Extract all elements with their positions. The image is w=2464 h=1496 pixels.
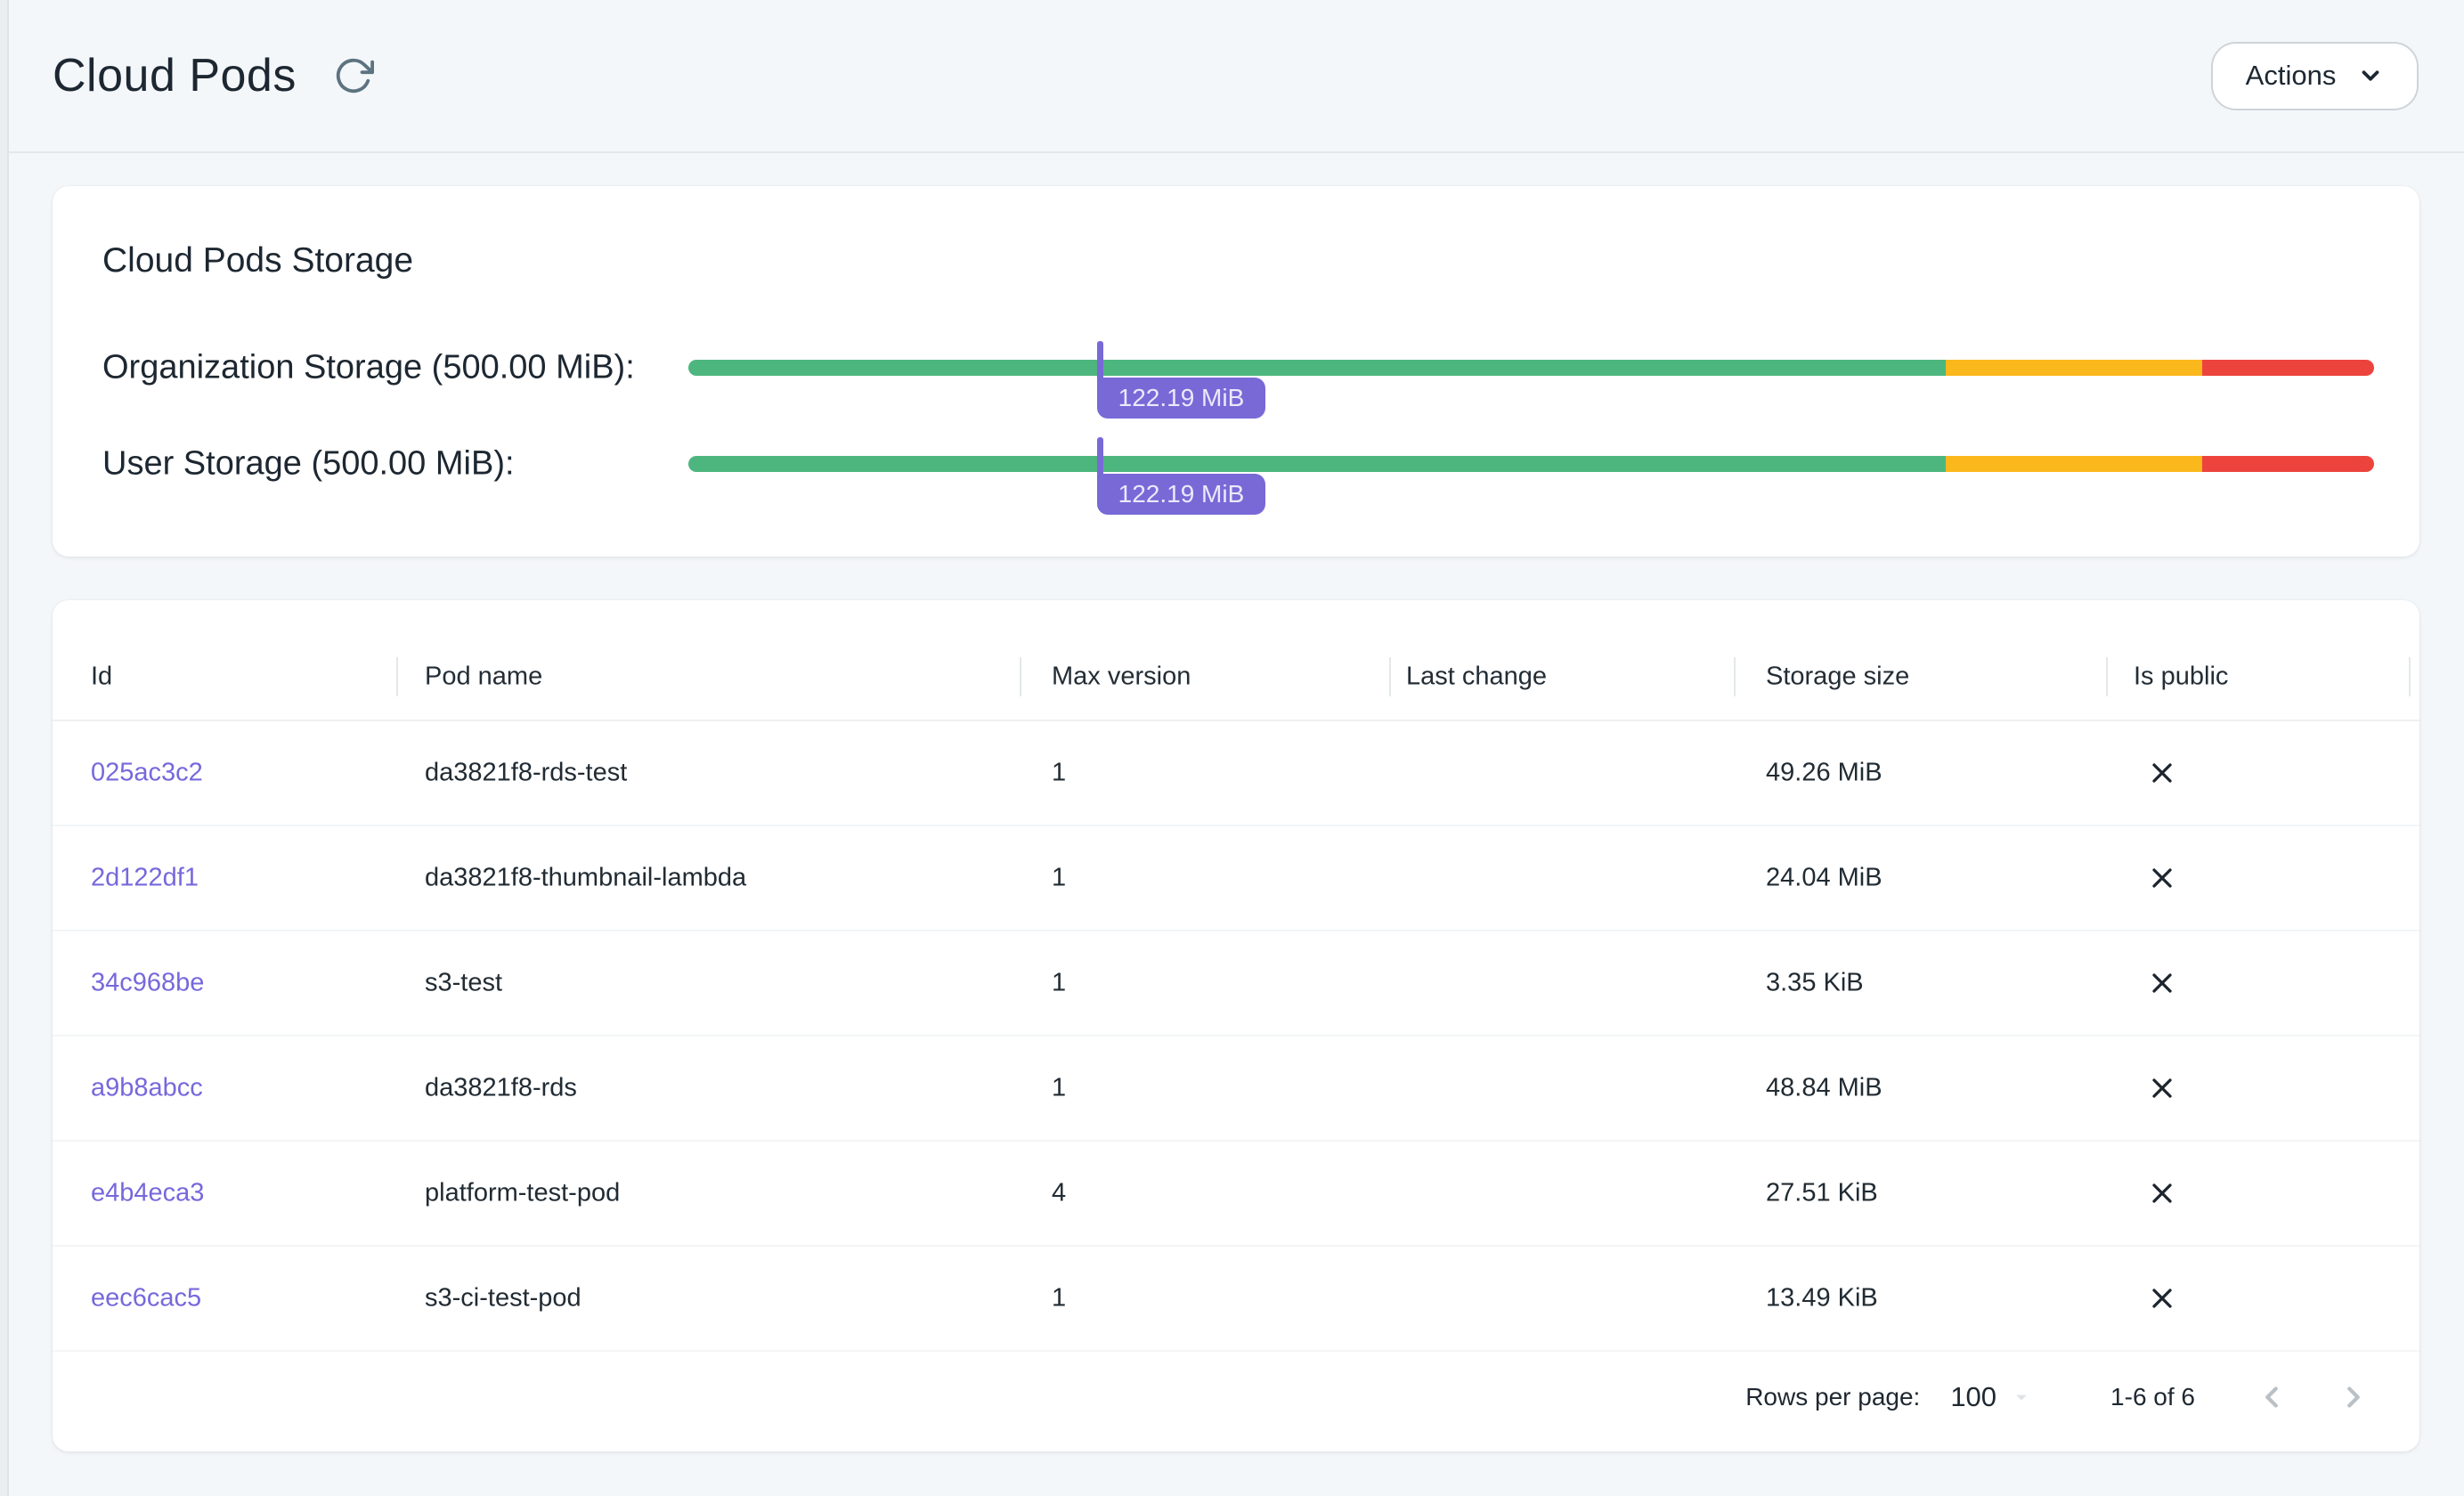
storage-card-title: Cloud Pods Storage: [102, 241, 413, 280]
pod-id-link[interactable]: 2d122df1: [91, 864, 199, 893]
pod-id-link[interactable]: eec6cac5: [91, 1284, 201, 1313]
table-row: e4b4eca3 platform-test-pod 4 27.51 KiB: [53, 1142, 2419, 1247]
rows-per-page-select[interactable]: 100: [1950, 1381, 2034, 1413]
column-divider: [2409, 657, 2411, 696]
actions-button[interactable]: Actions: [2211, 42, 2419, 110]
pods-table-card: Id Pod name Max version Last change Stor…: [53, 600, 2419, 1451]
storage-size-cell: 13.49 KiB: [1766, 1284, 1878, 1313]
page-header: Cloud Pods Actions: [9, 0, 2464, 153]
pod-name-cell: da3821f8-rds-test: [425, 759, 627, 788]
storage-size-cell: 48.84 MiB: [1766, 1074, 1883, 1103]
column-divider: [1389, 657, 1391, 696]
window-left-edge: [0, 0, 9, 1496]
storage-bar: [688, 360, 2374, 376]
page-title: Cloud Pods: [53, 49, 297, 102]
not-public-cross-icon: [2146, 757, 2178, 789]
storage-marker-icon: [1097, 341, 1103, 383]
column-divider: [1020, 657, 1021, 696]
table-row: a9b8abcc da3821f8-rds 1 48.84 MiB: [53, 1037, 2419, 1142]
storage-marker-icon: [1097, 437, 1103, 479]
max-version-cell: 1: [1052, 1284, 1066, 1313]
table-row: eec6cac5 s3-ci-test-pod 1 13.49 KiB: [53, 1247, 2419, 1352]
pod-name-cell: platform-test-pod: [425, 1179, 620, 1208]
max-version-cell: 1: [1052, 1074, 1066, 1103]
organization-storage-label: Organization Storage (500.00 MiB):: [102, 349, 635, 387]
user-storage-label: User Storage (500.00 MiB):: [102, 445, 515, 484]
table-body: 025ac3c2 da3821f8-rds-test 1 49.26 MiB 2d122…: [53, 721, 2419, 1352]
not-public-cross-icon: [2146, 1072, 2178, 1104]
user-storage-bar-area: 122.19 MiB: [688, 456, 2374, 472]
organization-storage-bar-area: 122.19 MiB: [688, 360, 2374, 376]
table-row: 34c968be s3-test 1 3.35 KiB: [53, 931, 2419, 1037]
max-version-cell: 1: [1052, 759, 1066, 788]
table-row: 2d122df1 da3821f8-thumbnail-lambda 1 24.04 …: [53, 826, 2419, 931]
storage-value-badge: 122.19 MiB: [1097, 474, 1266, 515]
pod-name-cell: da3821f8-rds: [425, 1074, 577, 1103]
pod-id-link[interactable]: e4b4eca3: [91, 1179, 204, 1208]
pagination-range: 1-6 of 6: [2110, 1383, 2195, 1411]
column-divider: [396, 657, 398, 696]
column-divider: [1734, 657, 1736, 696]
pod-name-cell: s3-test: [425, 969, 502, 998]
chevron-right-icon: [2337, 1380, 2370, 1414]
max-version-cell: 4: [1052, 1179, 1066, 1208]
not-public-cross-icon: [2146, 1282, 2178, 1314]
column-header-pod-name: Pod name: [425, 663, 542, 692]
actions-button-label: Actions: [2246, 60, 2337, 92]
column-header-last-change: Last change: [1406, 663, 1547, 692]
pod-name-cell: da3821f8-thumbnail-lambda: [425, 864, 746, 893]
storage-size-cell: 3.35 KiB: [1766, 969, 1864, 998]
max-version-cell: 1: [1052, 969, 1066, 998]
storage-marker-group: 122.19 MiB: [1097, 341, 1103, 383]
storage-card: Cloud Pods Storage Organization Storage …: [53, 186, 2419, 557]
rows-per-page-value: 100: [1950, 1381, 1996, 1413]
column-header-is-public: Is public: [2134, 663, 2228, 692]
refresh-button[interactable]: [329, 51, 378, 101]
table-header-row: Id Pod name Max version Last change Stor…: [53, 600, 2419, 721]
max-version-cell: 1: [1052, 864, 1066, 893]
chevron-down-icon: [2357, 62, 2384, 89]
table-row: 025ac3c2 da3821f8-rds-test 1 49.26 MiB: [53, 721, 2419, 826]
column-header-max-version: Max version: [1052, 663, 1191, 692]
storage-size-cell: 24.04 MiB: [1766, 864, 1883, 893]
not-public-cross-icon: [2146, 862, 2178, 894]
pod-name-cell: s3-ci-test-pod: [425, 1284, 581, 1313]
column-header-storage-size: Storage size: [1766, 663, 1909, 692]
not-public-cross-icon: [2146, 967, 2178, 999]
chevron-left-icon: [2255, 1380, 2289, 1414]
select-caret-icon: [2009, 1385, 2034, 1410]
pod-id-link[interactable]: 025ac3c2: [91, 759, 203, 788]
column-header-id: Id: [91, 663, 112, 692]
storage-size-cell: 27.51 KiB: [1766, 1179, 1878, 1208]
rows-per-page-label: Rows per page:: [1745, 1383, 1920, 1411]
previous-page-button[interactable]: [2245, 1370, 2298, 1424]
refresh-icon: [333, 55, 374, 96]
table-pagination: Rows per page: 100 1-6 of 6: [53, 1352, 2419, 1451]
storage-bar: [688, 456, 2374, 472]
storage-value-badge: 122.19 MiB: [1097, 378, 1266, 419]
pod-id-link[interactable]: a9b8abcc: [91, 1074, 203, 1103]
pod-id-link[interactable]: 34c968be: [91, 969, 204, 998]
next-page-button[interactable]: [2327, 1370, 2380, 1424]
storage-size-cell: 49.26 MiB: [1766, 759, 1883, 788]
storage-marker-group: 122.19 MiB: [1097, 437, 1103, 479]
column-divider: [2106, 657, 2108, 696]
not-public-cross-icon: [2146, 1177, 2178, 1209]
